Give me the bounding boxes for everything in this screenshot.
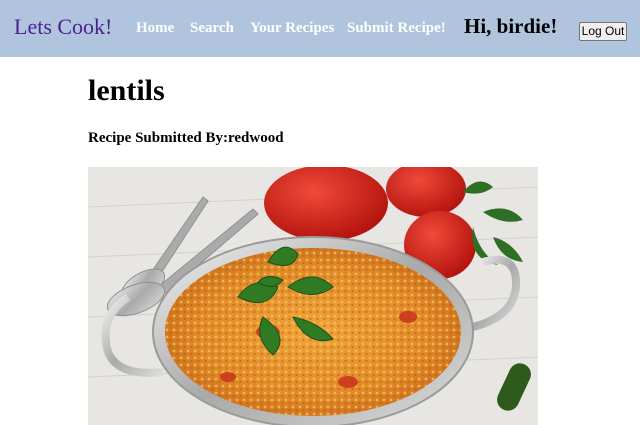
submitter-name: redwood [228,130,284,146]
nav-link-search[interactable]: Search [190,20,234,37]
recipe-title: lentils [88,74,165,107]
dal-dish-illustration [88,167,538,425]
logout-button[interactable]: Log Out [579,22,627,41]
recipe-image [88,167,538,425]
nav-link-home[interactable]: Home [136,20,174,37]
nav-link-your-recipes[interactable]: Your Recipes [250,20,334,37]
submitted-by-label: Recipe Submitted By: [88,130,228,146]
nav-link-submit-recipe[interactable]: Submit Recipe! [347,20,446,37]
tomato-1 [264,167,388,241]
brand-link[interactable]: Lets Cook! [14,14,112,40]
top-navbar: Lets Cook! Home Search Your Recipes Subm… [0,0,640,57]
user-greeting: Hi, birdie! [464,14,558,38]
recipe-submitter: Recipe Submitted By:redwood [88,130,284,147]
